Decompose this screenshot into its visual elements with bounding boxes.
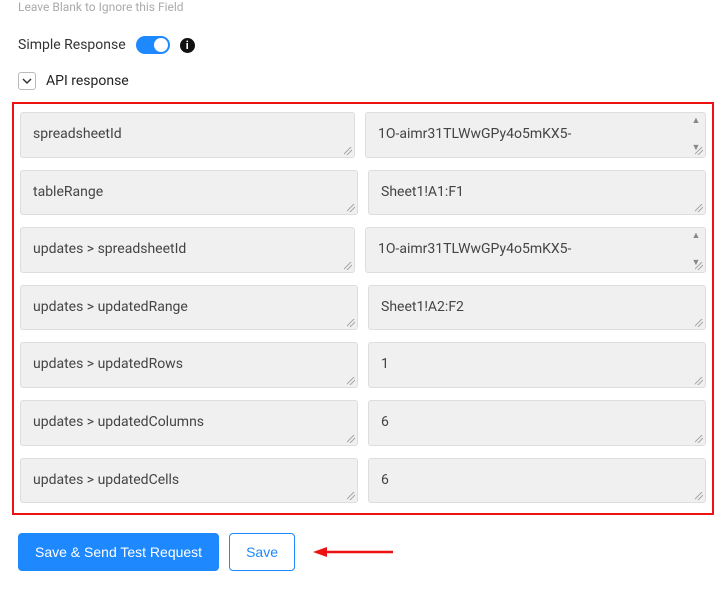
stepper-up-icon[interactable]: ▲ [691,117,701,126]
api-value-field[interactable]: Sheet1!A2:F2 [368,285,706,331]
stepper-down-icon[interactable]: ▼ [691,259,701,268]
api-key-field[interactable]: updates > updatedColumns [20,400,358,446]
stepper-down-icon[interactable]: ▼ [691,144,701,153]
api-response-box: spreadsheetId1O-aimr31TLWwGPy4o5mKX5-▲▼t… [12,102,714,515]
api-key-field[interactable]: tableRange [20,170,358,216]
section-title: API response [46,73,129,89]
api-value-field[interactable]: 1 [368,342,706,388]
hint-text: Leave Blank to Ignore this Field [0,0,726,26]
arrow-annotation [313,544,393,560]
api-row: updates > updatedRangeSheet1!A2:F2 [18,279,708,337]
api-response-header: API response [0,64,726,102]
simple-response-toggle[interactable] [136,36,170,54]
api-row: tableRangeSheet1!A1:F1 [18,164,708,222]
api-key-field[interactable]: updates > updatedCells [20,458,358,504]
save-send-button[interactable]: Save & Send Test Request [18,533,219,571]
api-value-field[interactable]: 1O-aimr31TLWwGPy4o5mKX5-▲▼ [365,227,706,273]
collapse-toggle[interactable] [18,72,36,90]
api-key-field[interactable]: updates > spreadsheetId [20,227,355,273]
value-stepper[interactable]: ▲▼ [691,117,701,153]
api-key-field[interactable]: spreadsheetId [20,112,355,158]
actions-row: Save & Send Test Request Save [0,515,726,589]
api-value-field[interactable]: Sheet1!A1:F1 [368,170,706,216]
api-row: updates > updatedCells6 [18,452,708,510]
api-key-field[interactable]: updates > updatedRows [20,342,358,388]
api-value-field[interactable]: 6 [368,400,706,446]
value-stepper[interactable]: ▲▼ [691,232,701,268]
simple-response-row: Simple Response i [0,26,726,64]
api-value-field[interactable]: 1O-aimr31TLWwGPy4o5mKX5-▲▼ [365,112,706,158]
api-row: updates > updatedRows1 [18,336,708,394]
api-row: updates > spreadsheetId1O-aimr31TLWwGPy4… [18,221,708,279]
save-button[interactable]: Save [229,533,295,571]
chevron-down-icon [22,76,32,86]
api-row: updates > updatedColumns6 [18,394,708,452]
stepper-up-icon[interactable]: ▲ [691,232,701,241]
api-row: spreadsheetId1O-aimr31TLWwGPy4o5mKX5-▲▼ [18,106,708,164]
api-key-field[interactable]: updates > updatedRange [20,285,358,331]
info-icon[interactable]: i [180,38,195,53]
simple-response-label: Simple Response [18,37,126,53]
api-value-field[interactable]: 6 [368,458,706,504]
